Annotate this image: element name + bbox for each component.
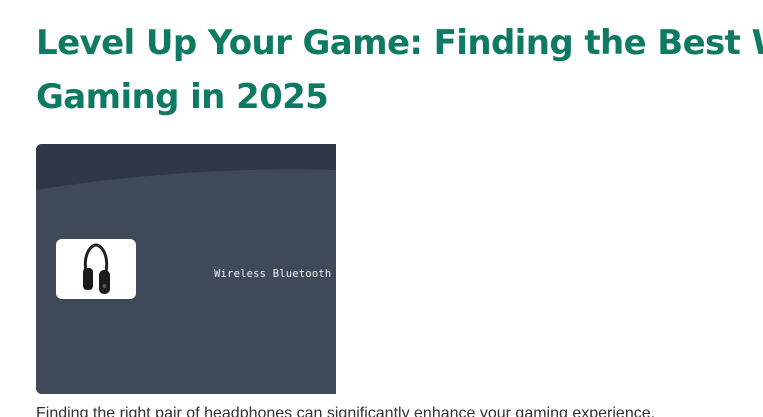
hero-image: Wireless Bluetooth <box>36 144 336 394</box>
hero-product-label: Wireless Bluetooth <box>214 268 332 280</box>
article-title-line-2: Gaming in 2025 <box>36 77 329 117</box>
product-thumbnail <box>56 239 136 299</box>
article-title: Level Up Your Game: Finding the Best Wi … <box>36 16 763 124</box>
article-intro-paragraph: Finding the right pair of headphones can… <box>36 405 656 417</box>
article-page: Level Up Your Game: Finding the Best Wi … <box>0 0 763 417</box>
headphones-icon <box>83 243 110 294</box>
article-title-line-1: Level Up Your Game: Finding the Best Wi <box>36 23 763 63</box>
